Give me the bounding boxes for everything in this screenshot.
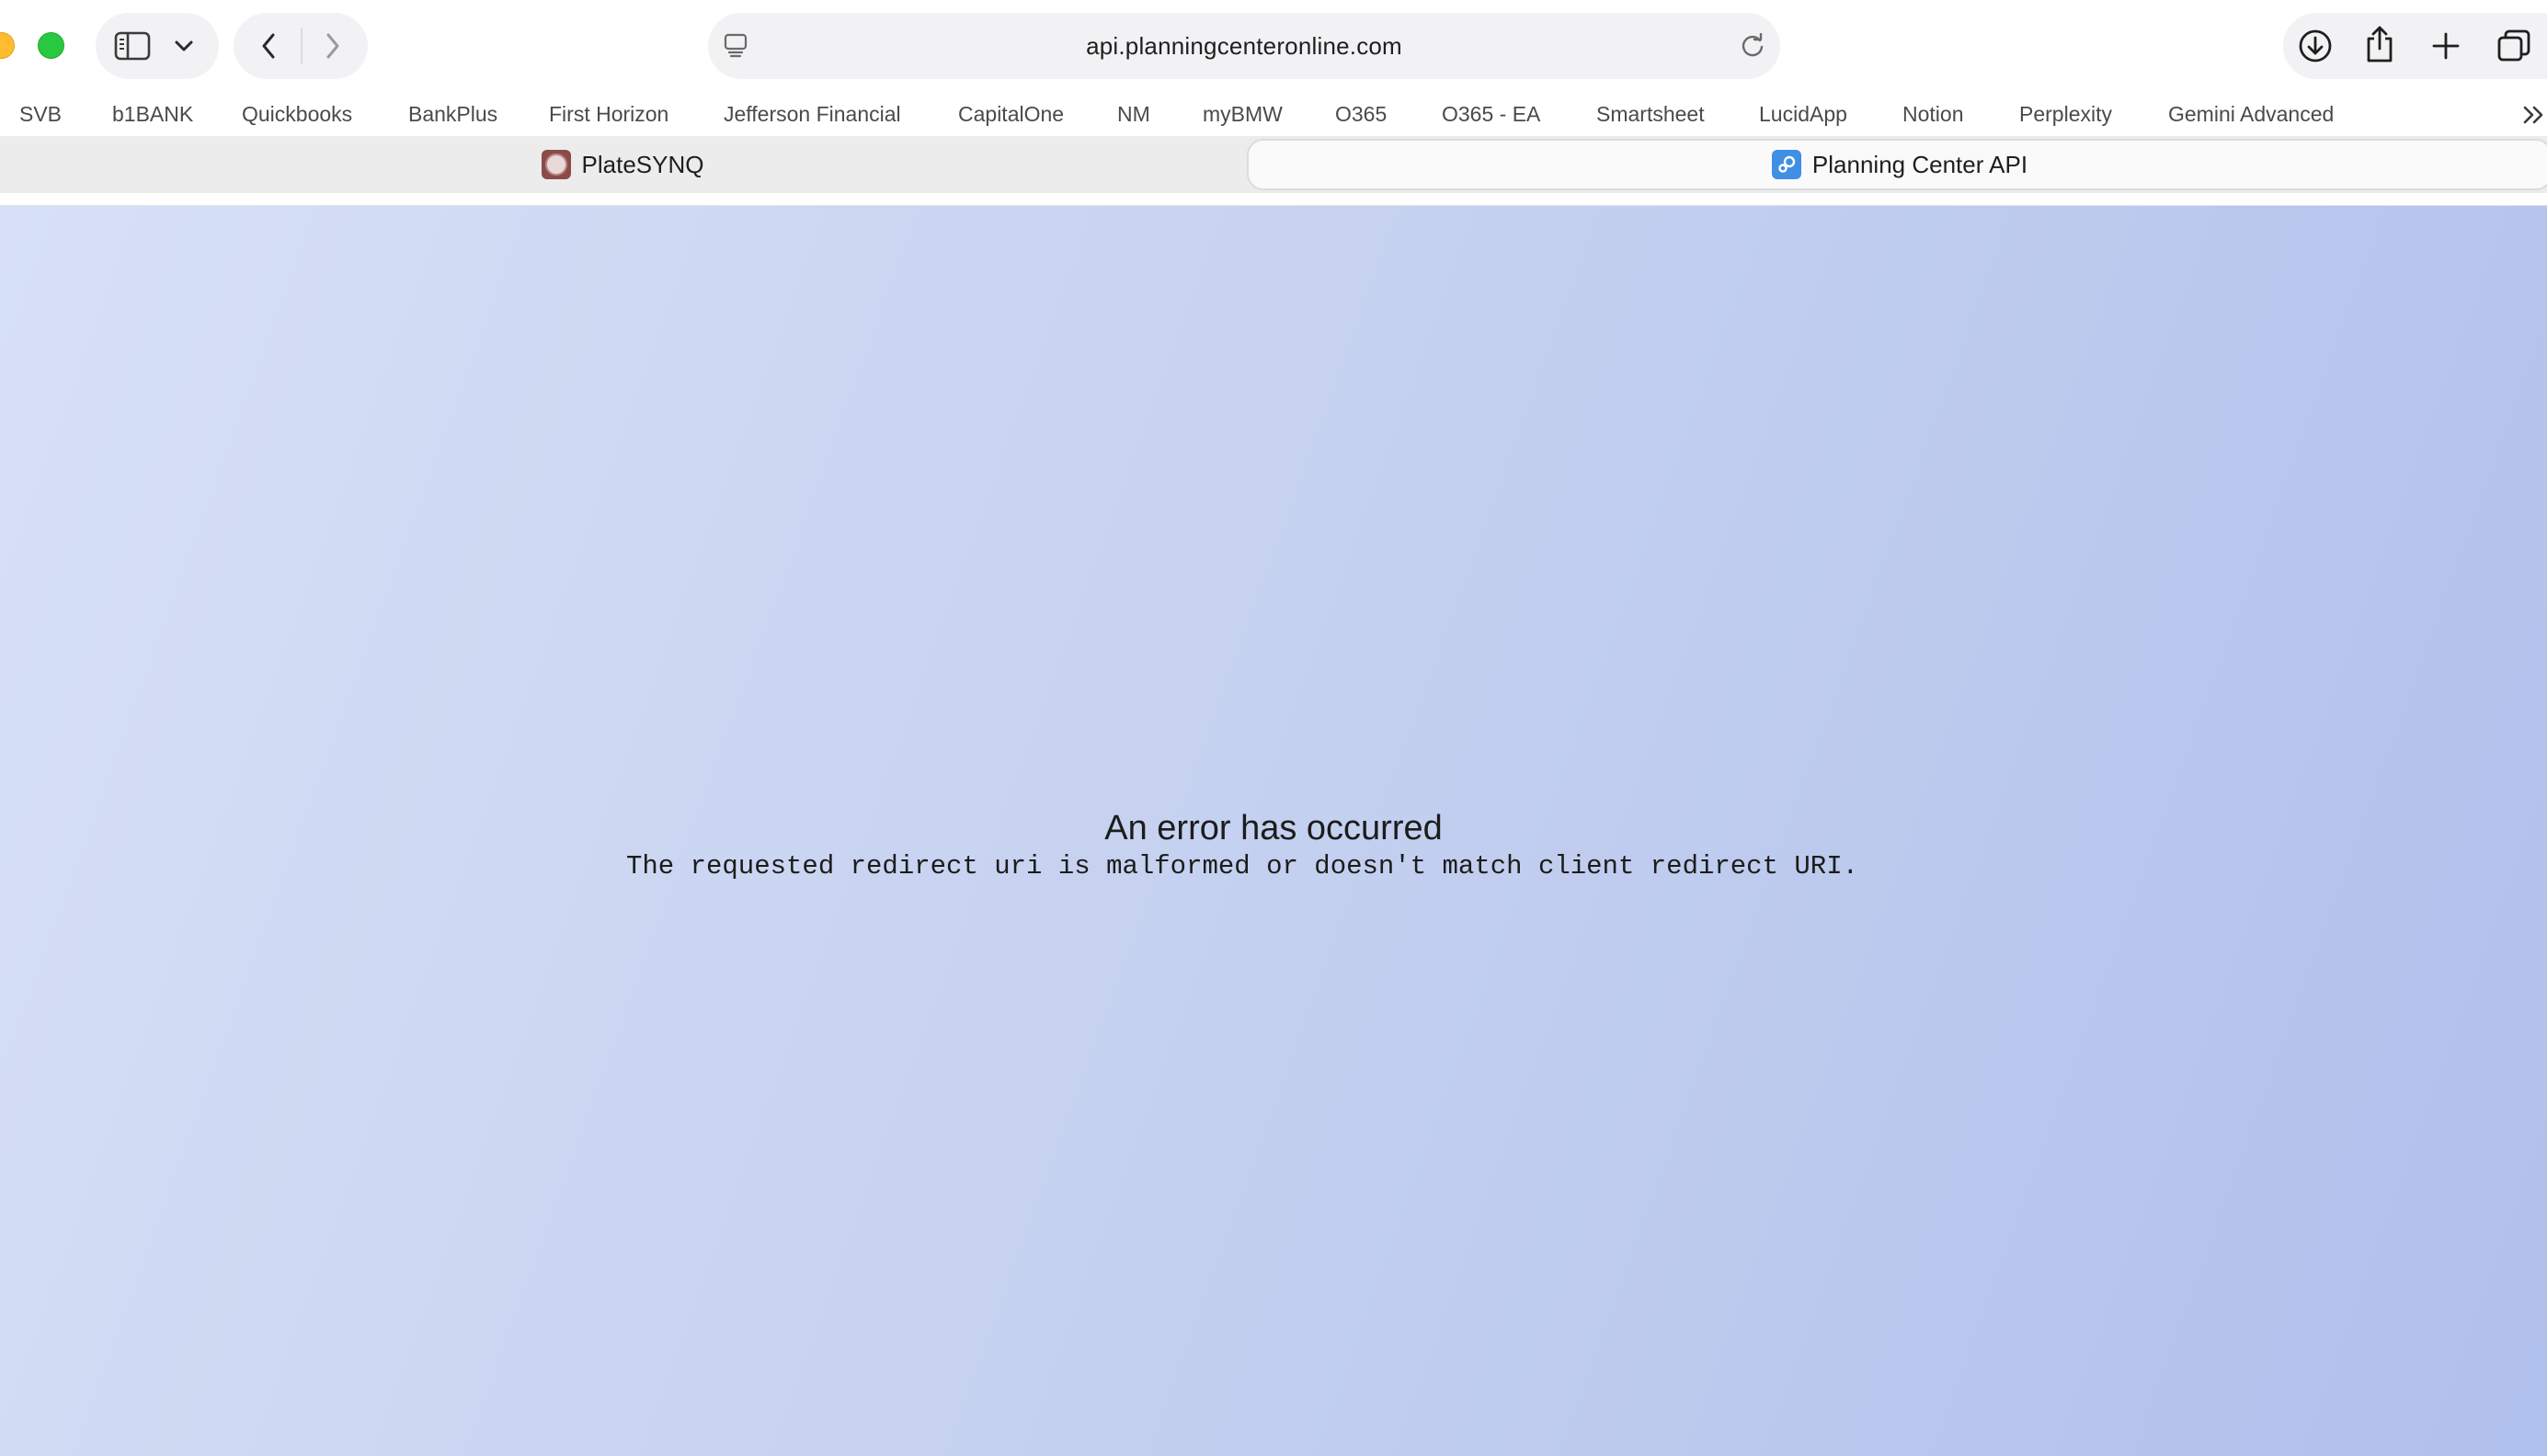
download-icon[interactable] xyxy=(2295,26,2336,66)
tab-label: PlateSYNQ xyxy=(581,150,704,178)
favorite-smartsheet[interactable]: Smartsheet xyxy=(1596,92,1705,136)
favorite-mybmw[interactable]: myBMW xyxy=(1203,92,1283,136)
chevron-down-icon[interactable] xyxy=(171,29,197,63)
favorite-first-horizon[interactable]: First Horizon xyxy=(549,92,668,136)
reload-icon[interactable] xyxy=(1736,29,1769,63)
favorites-bar: SVB b1BANK Quickbooks BankPlus First Hor… xyxy=(0,92,2547,136)
favorite-o365[interactable]: O365 xyxy=(1335,92,1387,136)
favorite-o365-ea[interactable]: O365 - EA xyxy=(1442,92,1540,136)
tab-overview-icon[interactable] xyxy=(2494,26,2534,66)
minimize-window-button[interactable] xyxy=(0,32,15,59)
favorite-quickbooks[interactable]: Quickbooks xyxy=(242,92,352,136)
sidebar-toggle-icon[interactable] xyxy=(110,26,154,66)
back-button[interactable] xyxy=(252,28,285,64)
favorite-capitalone[interactable]: CapitalOne xyxy=(958,92,1064,136)
forward-button[interactable] xyxy=(316,28,349,64)
favorite-lucidapp[interactable]: LucidApp xyxy=(1759,92,1847,136)
chevron-left-icon xyxy=(262,33,275,59)
nav-divider xyxy=(301,28,303,64)
double-chevron-icon[interactable] xyxy=(2519,99,2547,131)
favorite-perplexity[interactable]: Perplexity xyxy=(2019,92,2112,136)
favorite-gemini-advanced[interactable]: Gemini Advanced xyxy=(2168,92,2334,136)
browser-toolbar: api.planningcenteronline.com xyxy=(0,0,2547,92)
chevron-right-icon xyxy=(326,33,339,59)
favorite-svb[interactable]: SVB xyxy=(19,92,62,136)
tab-planning-center-api[interactable]: Planning Center API xyxy=(1247,139,2547,190)
favorite-b1bank[interactable]: b1BANK xyxy=(112,92,193,136)
address-bar-url[interactable]: api.planningcenteronline.com xyxy=(708,13,1780,79)
zoom-window-button[interactable] xyxy=(38,32,64,59)
tab-label: Planning Center API xyxy=(1811,150,2028,178)
error-message: The requested redirect uri is malformed … xyxy=(625,851,1859,882)
share-icon[interactable] xyxy=(2359,22,2400,66)
plus-icon[interactable] xyxy=(2427,28,2464,64)
tab-platesynq[interactable]: PlateSYNQ xyxy=(0,139,1245,190)
favorite-notion[interactable]: Notion xyxy=(1902,92,1963,136)
favorite-jefferson-financial[interactable]: Jefferson Financial xyxy=(724,92,901,136)
favorite-bankplus[interactable]: BankPlus xyxy=(408,92,497,136)
platesynq-favicon-icon xyxy=(541,150,571,179)
tab-bar: PlateSYNQ Planning Center API xyxy=(0,136,2547,193)
favorite-nm[interactable]: NM xyxy=(1117,92,1150,136)
error-title: An error has occurred xyxy=(1104,809,1443,847)
page-content: An error has occurred The requested redi… xyxy=(0,206,2547,1456)
tab-bar-divider xyxy=(0,193,2547,206)
planning-center-favicon-icon xyxy=(1771,150,1801,179)
